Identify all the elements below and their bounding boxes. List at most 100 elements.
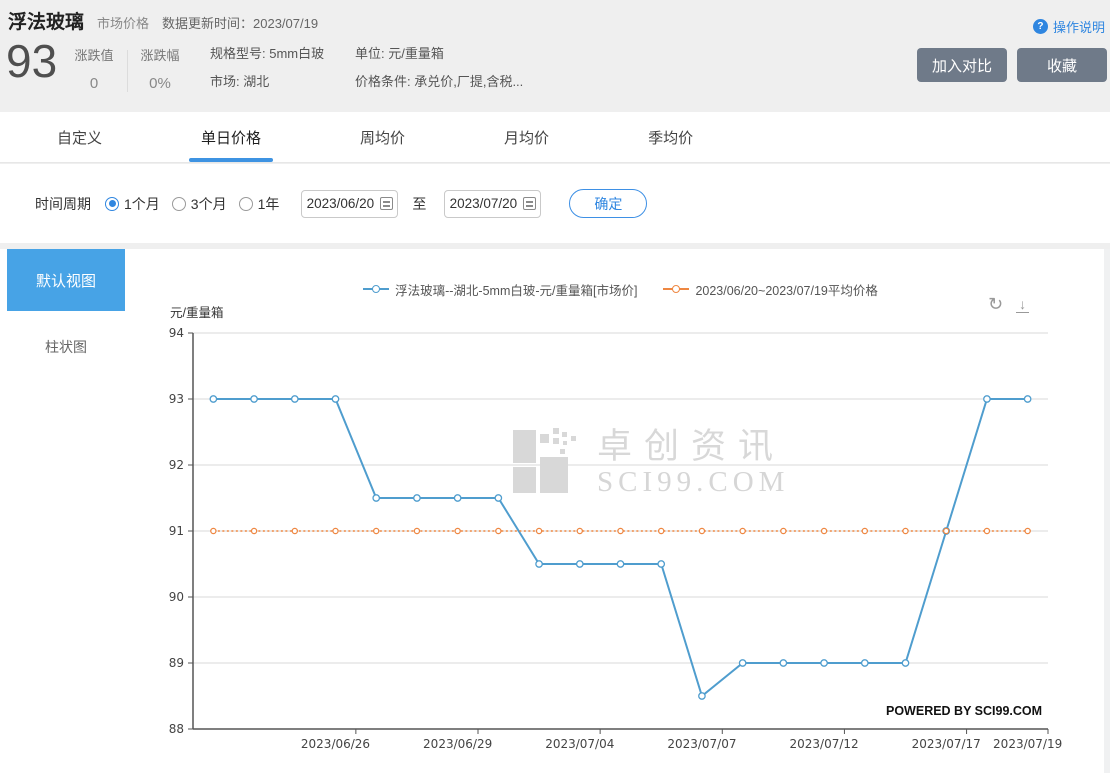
time-period-label: 时间周期: [35, 194, 91, 214]
svg-text:2023/06/29: 2023/06/29: [423, 737, 492, 751]
svg-text:2023/07/04: 2023/07/04: [545, 737, 614, 751]
market-label: 市场: 湖北: [210, 71, 269, 90]
svg-text:91: 91: [169, 524, 184, 538]
svg-text:89: 89: [169, 656, 184, 670]
svg-text:2023/07/19: 2023/07/19: [993, 737, 1062, 751]
data-point-marker: [536, 528, 541, 533]
calendar-icon: [523, 197, 536, 210]
data-point-marker: [617, 561, 623, 567]
calendar-icon: [380, 197, 393, 210]
tab-label: 周均价: [360, 127, 405, 148]
data-point-marker: [862, 660, 868, 666]
radio-1-year[interactable]: 1年: [239, 194, 280, 214]
radio-3-months[interactable]: 3个月: [172, 194, 227, 214]
data-point-marker: [454, 495, 460, 501]
data-point-marker: [292, 396, 298, 402]
current-price: 93: [6, 36, 57, 87]
data-point-marker: [496, 528, 501, 533]
change-value-label: 涨跌值: [74, 45, 113, 64]
help-link[interactable]: ? 操作说明: [1033, 17, 1105, 36]
data-point-marker: [821, 660, 827, 666]
data-point-marker: [821, 528, 826, 533]
start-date-value: 2023/06/20: [307, 196, 375, 211]
radio-label: 3个月: [191, 194, 227, 214]
data-point-marker: [373, 495, 379, 501]
average-series: [211, 528, 1030, 533]
change-pct: 0%: [149, 75, 171, 92]
add-compare-button[interactable]: 加入对比: [917, 48, 1007, 82]
data-point-marker: [903, 528, 908, 533]
tab-bar: 自定义 单日价格 周均价 月均价 季均价: [0, 112, 1110, 163]
data-point-marker: [210, 396, 216, 402]
price-series: [210, 396, 1031, 699]
data-point-marker: [577, 528, 582, 533]
page-title: 浮法玻璃: [8, 7, 84, 34]
x-axis: 2023/06/262023/06/292023/07/042023/07/07…: [193, 729, 1062, 751]
data-point-marker: [251, 396, 257, 402]
data-point-marker: [984, 396, 990, 402]
question-icon: ?: [1033, 19, 1048, 34]
svg-text:93: 93: [169, 392, 184, 406]
data-point-marker: [699, 693, 705, 699]
powered-by: POWERED BY SCI99.COM: [886, 704, 1042, 718]
tab-label: 自定义: [57, 127, 102, 148]
data-point-marker: [740, 528, 745, 533]
data-point-marker: [699, 528, 704, 533]
category-label: 市场价格: [97, 13, 149, 32]
update-time-label: 数据更新时间：: [162, 16, 253, 31]
radio-icon: [239, 197, 253, 211]
tab-custom[interactable]: 自定义: [45, 112, 114, 162]
end-date-input[interactable]: 2023/07/20: [444, 190, 541, 218]
data-point-marker: [333, 528, 338, 533]
tab-monthly-avg[interactable]: 月均价: [492, 112, 561, 162]
tab-weekly-avg[interactable]: 周均价: [348, 112, 417, 162]
end-date-value: 2023/07/20: [450, 196, 518, 211]
svg-text:90: 90: [169, 590, 184, 604]
data-point-marker: [902, 660, 908, 666]
data-point-marker: [1024, 396, 1030, 402]
data-point-marker: [659, 528, 664, 533]
svg-text:94: 94: [169, 326, 184, 340]
data-point-marker: [536, 561, 542, 567]
svg-text:92: 92: [169, 458, 184, 472]
header-divider: [127, 50, 128, 92]
change-pct-label: 涨跌幅: [140, 45, 179, 64]
data-point-marker: [332, 396, 338, 402]
radio-1-month[interactable]: 1个月: [105, 194, 160, 214]
tab-label: 季均价: [648, 127, 693, 148]
sidebar-item-bar-chart[interactable]: 柱状图: [7, 337, 125, 357]
data-point-marker: [984, 528, 989, 533]
chart-section: 默认视图 柱状图 浮法玻璃--湖北-5mm白玻-元/重量箱[市场价]2023/0…: [0, 249, 1110, 773]
tab-quarterly-avg[interactable]: 季均价: [636, 112, 705, 162]
y-axis: 88 89 90 91 92 93 94: [169, 326, 193, 736]
svg-text:2023/07/07: 2023/07/07: [667, 737, 736, 751]
spec-label: 规格型号: 5mm白玻: [210, 43, 324, 62]
data-point-marker: [455, 528, 460, 533]
radio-icon: [172, 197, 186, 211]
svg-text:88: 88: [169, 722, 184, 736]
start-date-input[interactable]: 2023/06/20: [301, 190, 398, 218]
data-point-marker: [1025, 528, 1030, 533]
svg-text:2023/07/17: 2023/07/17: [912, 737, 981, 751]
data-point-marker: [292, 528, 297, 533]
data-point-marker: [251, 528, 256, 533]
tab-daily-price[interactable]: 单日价格: [189, 112, 273, 162]
filter-bar: 时间周期 1个月 3个月 1年 2023/06/20 至 2023/07/20 …: [0, 164, 1110, 243]
update-time-value: 2023/07/19: [253, 16, 318, 31]
favorite-button[interactable]: 收藏: [1017, 48, 1107, 82]
data-point-marker: [414, 495, 420, 501]
data-point-marker: [944, 528, 949, 533]
change-value-block: 涨跌值 0: [68, 45, 120, 92]
help-label: 操作说明: [1053, 17, 1105, 36]
data-point-marker: [495, 495, 501, 501]
sidebar-item-default-view[interactable]: 默认视图: [7, 249, 125, 311]
change-pct-block: 涨跌幅 0%: [134, 45, 186, 92]
confirm-button[interactable]: 确定: [569, 189, 647, 218]
scrollbar-track[interactable]: [1104, 249, 1110, 773]
tab-label: 月均价: [504, 127, 549, 148]
data-point-marker: [658, 561, 664, 567]
header: 浮法玻璃 市场价格 数据更新时间：2023/07/19 93 涨跌值 0 涨跌幅…: [0, 0, 1110, 110]
radio-label: 1年: [258, 194, 280, 214]
data-point-marker: [374, 528, 379, 533]
price-chart: 888990919293942023/06/262023/06/292023/0…: [130, 249, 1110, 773]
